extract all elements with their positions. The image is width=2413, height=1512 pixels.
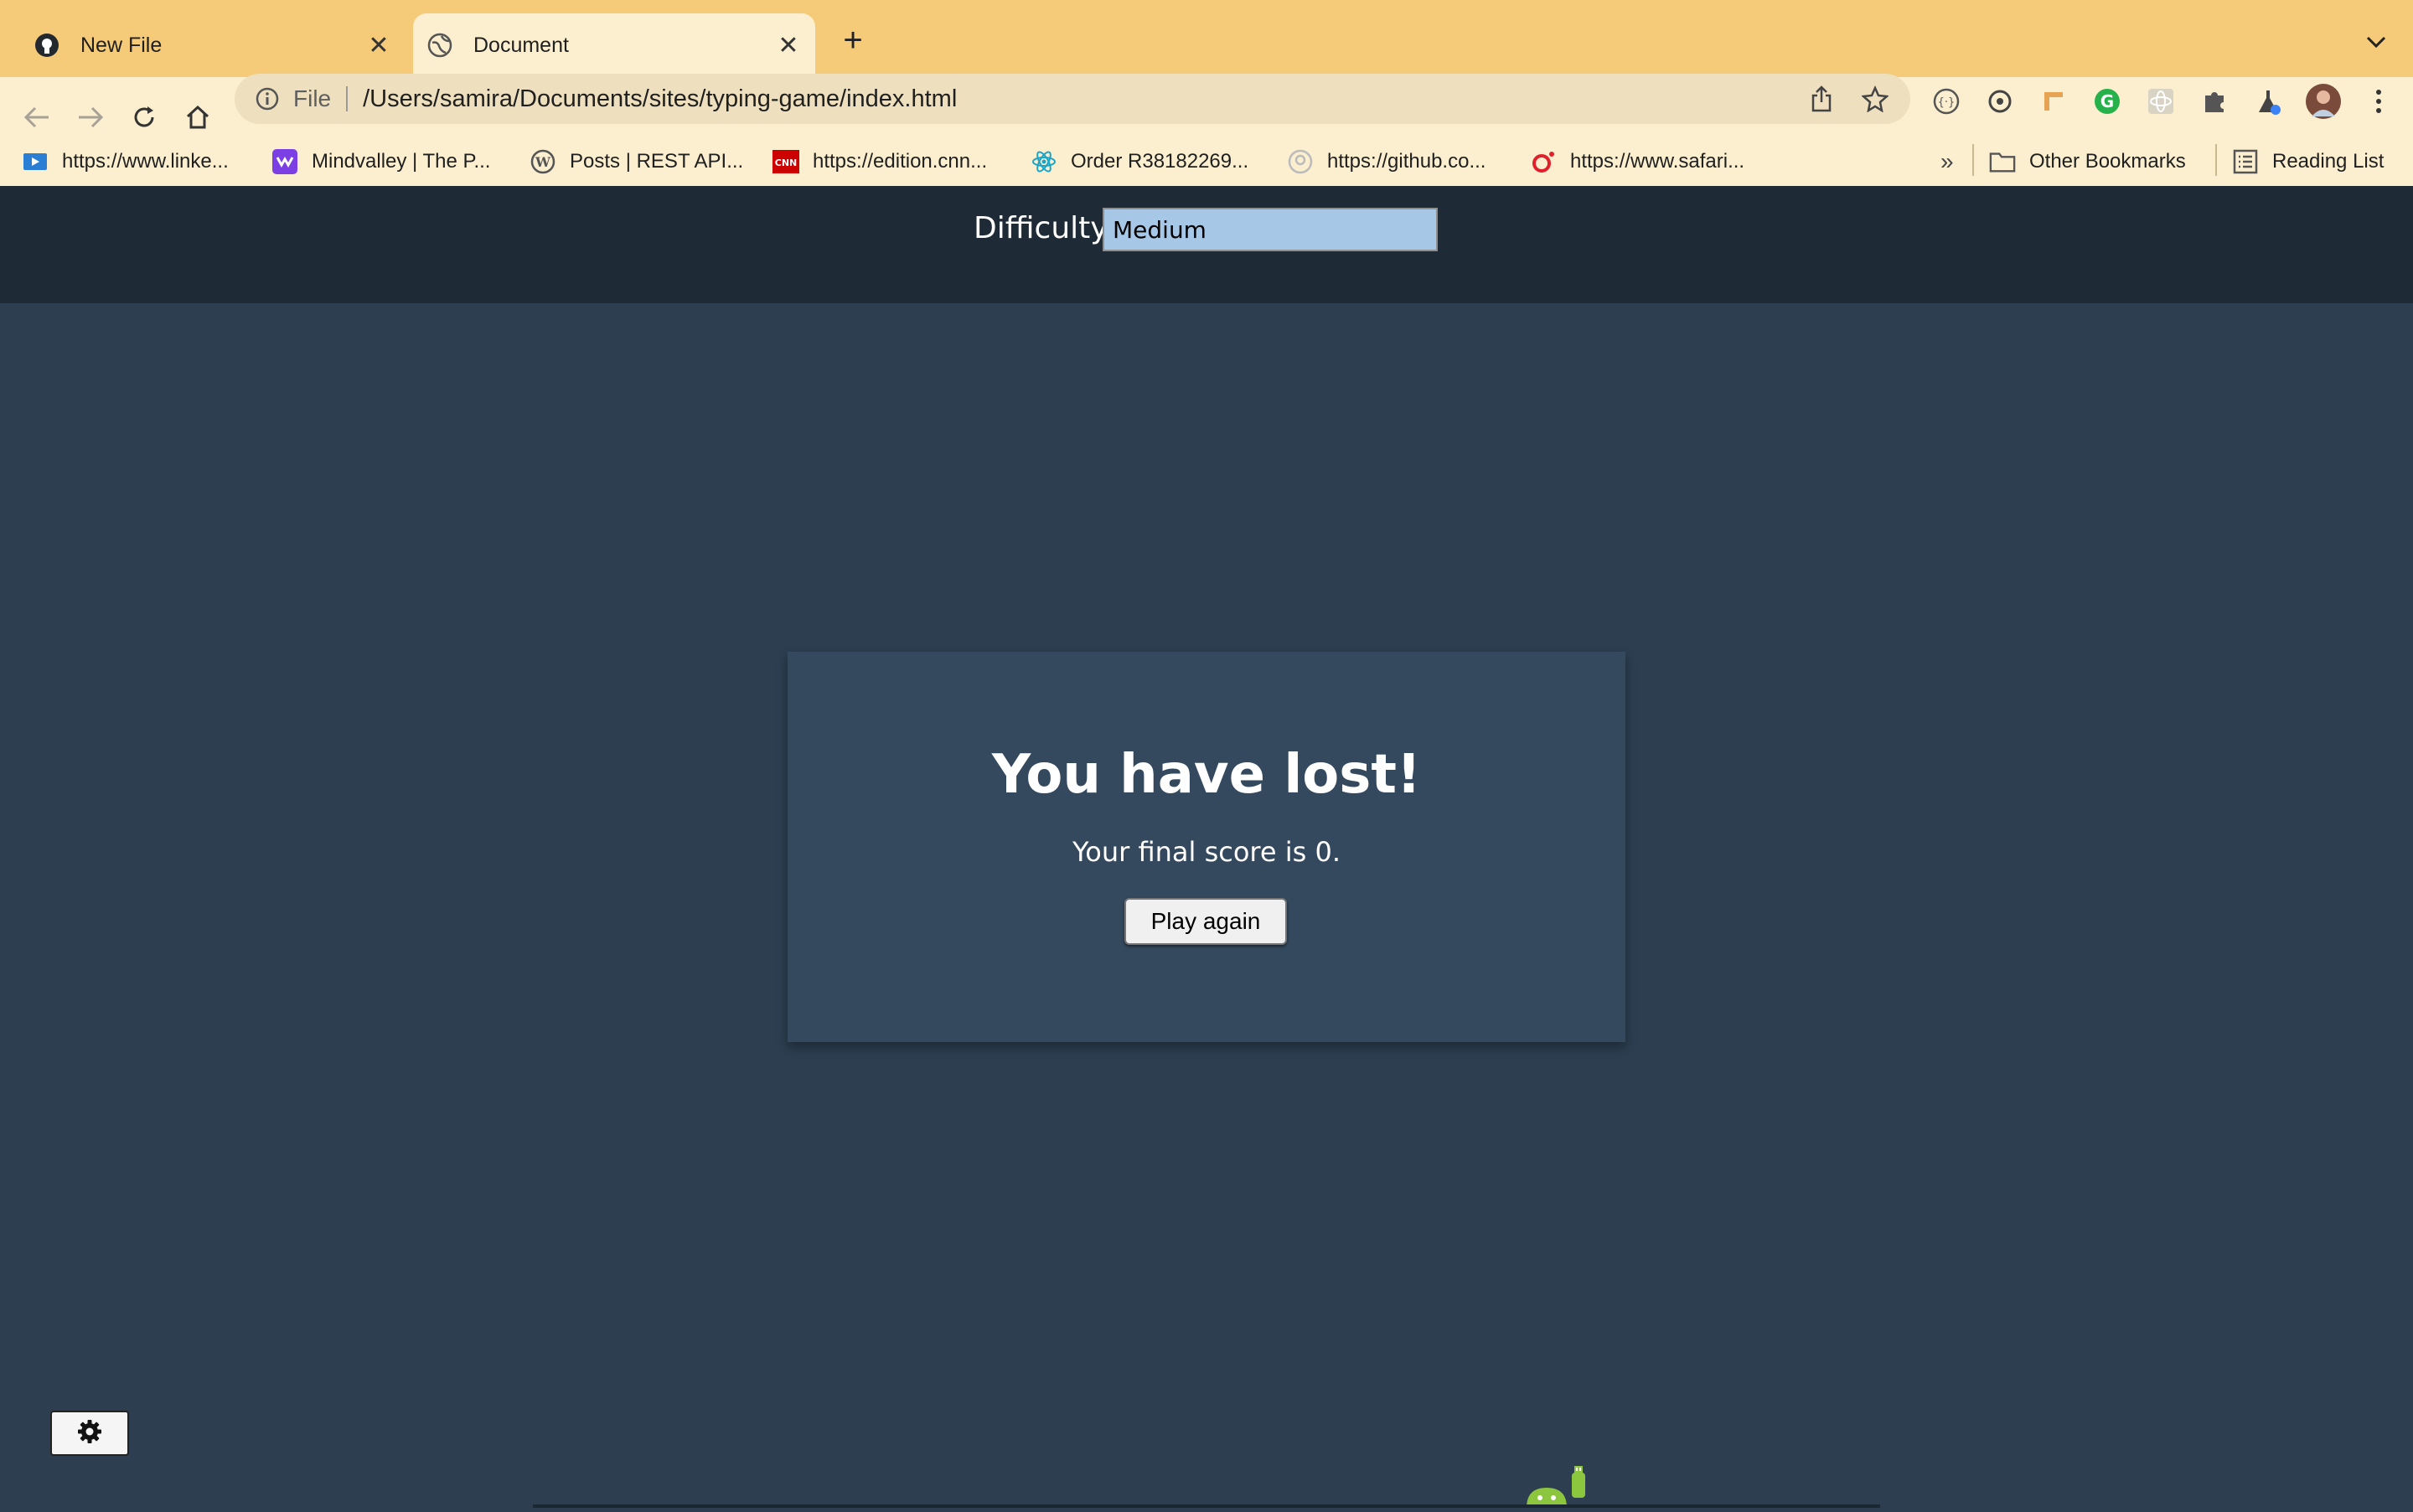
globe-icon (426, 32, 453, 59)
url-scheme: File (293, 85, 332, 111)
github-icon (34, 32, 60, 59)
svg-text:{·}: {·} (1938, 96, 1956, 109)
tab-new-file[interactable]: New File ✕ (20, 13, 406, 77)
difficulty-label: Difficulty (974, 211, 1108, 245)
reload-icon[interactable] (126, 99, 163, 136)
bookmark-item[interactable]: Order R38182269... (1031, 137, 1248, 186)
chevron-down-icon[interactable] (2359, 27, 2393, 57)
reading-list-label: Reading List (2272, 150, 2385, 173)
settings-button[interactable] (50, 1411, 129, 1456)
bookmark-item[interactable]: W Posts | REST API... (530, 137, 743, 186)
grammarly-icon[interactable]: G (2090, 84, 2125, 119)
back-arrow-icon[interactable] (18, 99, 55, 136)
info-icon[interactable] (253, 85, 282, 113)
wordpress-icon: W (530, 148, 556, 175)
tab-strip: New File ✕ Document ✕ + (0, 0, 2413, 77)
bookmarks-divider (2215, 144, 2217, 176)
android-mascot-icon (1522, 1464, 1592, 1508)
react-devtools-icon[interactable] (2143, 84, 2178, 119)
bookmarks-bar: https://www.linke... Mindvalley | The P.… (0, 137, 2413, 186)
github-icon (1287, 148, 1314, 175)
tab-document[interactable]: Document ✕ (413, 13, 815, 77)
divider (346, 86, 349, 111)
url-text[interactable]: /Users/samira/Documents/sites/typing-gam… (363, 85, 1803, 113)
other-bookmarks-folder[interactable]: Other Bookmarks (1989, 137, 2186, 186)
bookmark-label: https://edition.cnn... (813, 150, 988, 173)
bookmark-item[interactable]: Mindvalley | The P... (271, 137, 490, 186)
new-tab-plus-icon[interactable]: + (836, 22, 870, 59)
svg-text:W: W (535, 154, 551, 170)
star-icon[interactable] (1857, 80, 1894, 117)
puzzle-icon[interactable] (2197, 84, 2232, 119)
safari-icon (1530, 148, 1557, 175)
bookmark-label: https://www.linke... (62, 150, 229, 173)
home-icon[interactable] (179, 99, 216, 136)
game-header: Difficulty Medium (0, 186, 2413, 303)
close-icon[interactable]: ✕ (773, 30, 803, 60)
difficulty-select[interactable]: Medium (1103, 208, 1438, 251)
address-bar[interactable]: File /Users/samira/Documents/sites/typin… (235, 74, 1910, 124)
bookmark-item[interactable]: CNN https://edition.cnn... (772, 137, 987, 186)
share-icon[interactable] (1803, 80, 1840, 117)
bookmarks-overflow-button[interactable]: » (1940, 137, 1954, 186)
svg-text:CNN: CNN (775, 157, 798, 168)
close-icon[interactable]: ✕ (364, 30, 394, 60)
extension-icon[interactable]: {·} (1929, 84, 1964, 119)
reading-list-button[interactable]: Reading List (2232, 137, 2384, 186)
bookmark-label: https://github.co... (1327, 150, 1486, 173)
bottom-divider (533, 1504, 1880, 1508)
bookmark-item[interactable]: https://www.safari... (1530, 137, 1744, 186)
mindvalley-icon (271, 148, 298, 175)
play-again-button[interactable]: Play again (1124, 898, 1287, 945)
bookmark-item[interactable]: https://www.linke... (22, 137, 229, 186)
tab-title: Document (473, 33, 569, 57)
bookmarks-divider (1972, 144, 1974, 176)
video-icon (22, 148, 49, 175)
cnn-icon: CNN (772, 148, 799, 175)
final-score-text: Your final score is 0. (1072, 836, 1341, 868)
other-bookmarks-label: Other Bookmarks (2029, 150, 2186, 173)
forward-arrow-icon[interactable] (72, 99, 109, 136)
bookmark-item[interactable]: https://github.co... (1287, 137, 1486, 186)
bookmark-label: Order R38182269... (1071, 150, 1249, 173)
gear-icon (77, 1419, 102, 1448)
bookmark-label: Posts | REST API... (570, 150, 744, 173)
tab-title: New File (80, 33, 163, 57)
sync-icon[interactable] (1982, 84, 2018, 119)
kebab-menu-icon[interactable] (2361, 84, 2396, 119)
folder-icon (1989, 148, 2016, 175)
avatar[interactable] (2304, 82, 2343, 121)
react-icon (1031, 148, 1057, 175)
ruler-icon[interactable] (2036, 84, 2071, 119)
bookmark-label: https://www.safari... (1570, 150, 1745, 173)
svg-text:G: G (2100, 91, 2114, 111)
bookmark-label: Mindvalley | The P... (312, 150, 491, 173)
reading-list-icon (2232, 148, 2259, 175)
flask-icon[interactable] (2250, 84, 2286, 119)
end-game-title: You have lost! (991, 744, 1422, 806)
end-game-modal: You have lost! Your final score is 0. Pl… (788, 652, 1625, 1042)
